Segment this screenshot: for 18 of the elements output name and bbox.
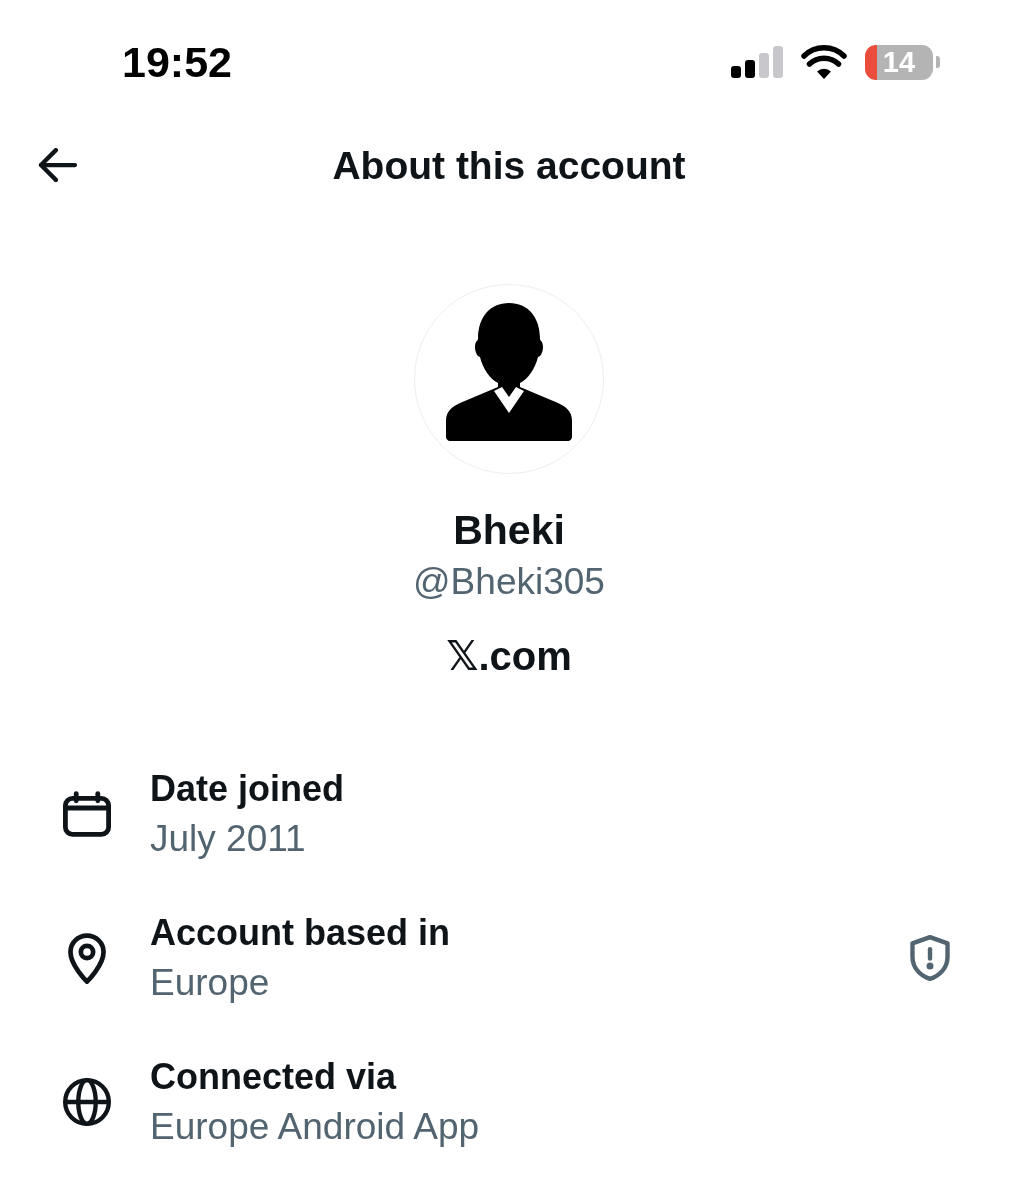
profile-handle: @Bheki305 xyxy=(413,560,605,604)
detail-label: Date joined xyxy=(150,767,345,811)
status-time: 19:52 xyxy=(122,40,232,84)
detail-value: Europe xyxy=(150,961,270,1005)
detail-value: Europe Android App xyxy=(150,1105,480,1149)
shield-alert-icon[interactable] xyxy=(908,935,952,981)
globe-icon xyxy=(63,1078,111,1126)
profile-name: Bheki xyxy=(453,506,565,554)
person-silhouette-icon xyxy=(446,301,572,441)
detail-value: July 2011 xyxy=(150,817,306,861)
calendar-icon xyxy=(63,791,111,837)
detail-label: Connected via xyxy=(150,1055,397,1099)
wifi-icon xyxy=(801,45,847,79)
detail-label: Account based in xyxy=(150,911,451,955)
site-link[interactable]: 𝕏.com xyxy=(446,632,572,680)
signal-icon xyxy=(731,46,783,78)
page-title: About this account xyxy=(332,145,686,185)
battery-percent: 14 xyxy=(882,47,916,77)
